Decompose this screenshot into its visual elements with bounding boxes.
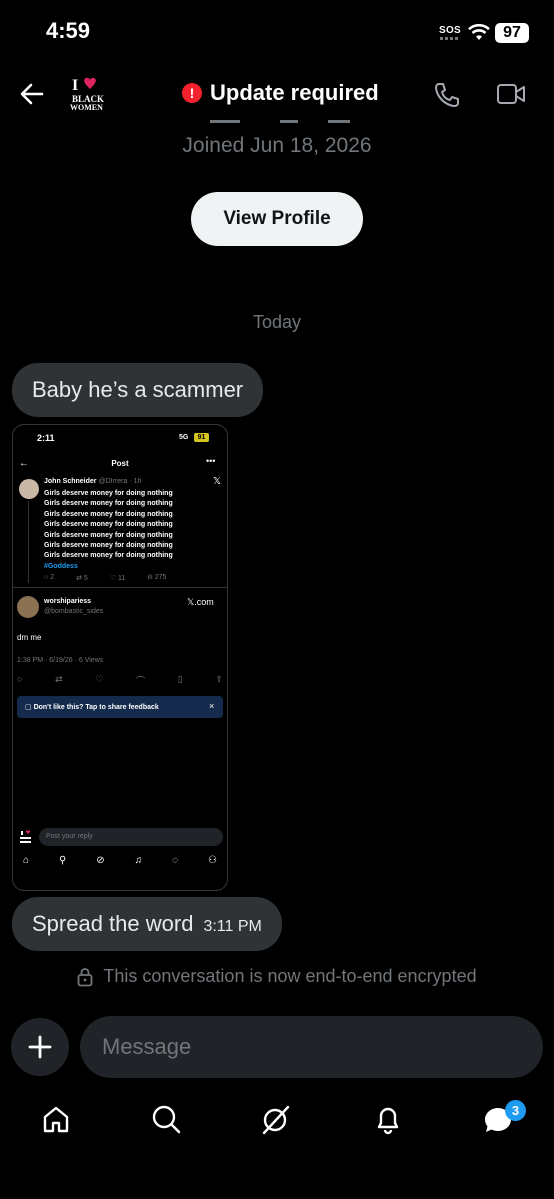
embedded-reply-handle: @bombastic_sides [44,608,104,615]
battery-indicator: 97 [495,23,529,43]
messages-badge: 3 [505,1100,526,1121]
status-time: 4:59 [46,18,91,43]
embedded-feedback: ▢ Don't like this? Tap to share feedback [25,704,159,711]
embedded-author: John Schneider @DIrrera · 1h [44,478,142,485]
thread-line [28,501,29,583]
message-bubble[interactable]: Baby he’s a scammer [12,363,264,417]
embedded-reply-brand: 𝕏.com [187,597,214,607]
lock-icon [77,967,93,986]
svg-text:WOMEN: WOMEN [70,103,103,112]
embedded-reply-name: worshipariess [44,598,92,605]
message-time: 3:11 PM [203,918,262,935]
embedded-reply-text: dm me [17,633,42,642]
joined-date: Joined Jun 18, 2026 [182,134,372,157]
day-separator: Today [252,312,302,332]
embedded-nav-bar: ⌂ ⚲ ⊘ ♫ ◌ ⚇ [23,855,217,866]
embedded-post-body: Girls deserve money for doing nothing Gi… [44,490,173,570]
embedded-time: 2:11 [37,433,55,443]
message-placeholder: Message [102,1034,192,1059]
message-bubble[interactable]: Spread the word 3:11 PM [12,897,282,951]
grok-icon[interactable] [260,1103,292,1135]
heart-logo-icon: I BLACK WOMEN [70,77,104,112]
encryption-notice: This conversation is now end-to-end encr… [0,966,554,987]
embedded-author-avatar [19,479,39,499]
embedded-network: 5G [179,434,189,441]
embedded-close-icon: × [209,701,215,711]
home-icon[interactable] [40,1103,72,1135]
embedded-logo-icon [19,830,33,844]
divider [13,587,227,588]
embedded-reply-meta: 1:38 PM · 6/19/26 · 6 Views [17,657,104,664]
signal-dots-icon [440,37,458,40]
x-logo-icon: 𝕏 [213,476,222,487]
sos-indicator: SOS [439,25,462,36]
video-call-icon[interactable] [496,82,526,106]
message-text: Spread the word [32,911,194,936]
encryption-text: This conversation is now end-to-end encr… [103,966,477,986]
embedded-reply-avatar [17,596,39,618]
embedded-reply-placeholder: Post your reply [46,833,93,840]
search-icon[interactable] [150,1103,182,1135]
back-arrow-icon[interactable] [18,80,46,108]
header-title: Update required [210,80,379,105]
add-attachment-button[interactable] [11,1018,69,1076]
alert-icon: ! [182,83,202,103]
profile-name-partial [210,120,350,123]
avatar[interactable]: I BLACK WOMEN [68,76,110,112]
notifications-icon[interactable] [372,1103,404,1135]
wifi-icon [468,24,490,40]
embedded-more-icon: ••• [206,456,216,466]
view-profile-button[interactable]: View Profile [191,192,363,246]
embedded-stats: ○ 2 ⇄ 5 ♡ 11 ılı 275 [44,574,167,582]
embedded-battery: 91 [194,433,209,442]
embedded-action-row: ○ ⇄ ♡ ⌒ ▯ ⇧ [17,674,223,686]
image-attachment[interactable]: 2:11 5G 91 ← Post ••• John Schneider @DI… [12,424,228,891]
plus-icon [28,1035,52,1059]
embedded-title: Post [111,459,129,468]
update-required-banner[interactable]: ! Update required [182,80,379,106]
svg-text:I: I [72,77,78,94]
phone-icon[interactable] [432,80,462,110]
